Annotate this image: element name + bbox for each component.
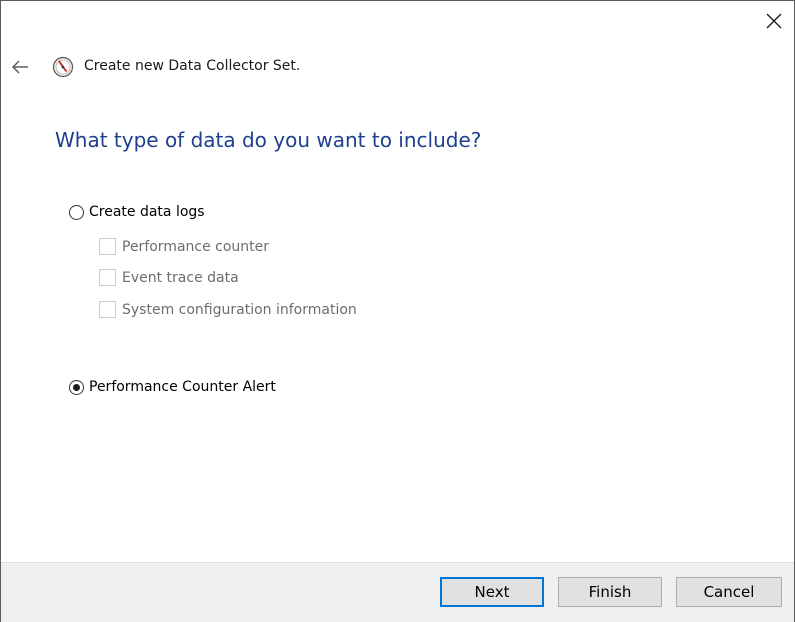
performance-monitor-icon xyxy=(52,56,74,78)
create-data-logs-radio[interactable] xyxy=(69,204,84,220)
back-button[interactable] xyxy=(7,55,33,79)
performance-counter-label: Performance counter xyxy=(122,238,270,255)
system-configuration-label: System configuration information xyxy=(122,301,357,318)
performance-counter-alert-radio[interactable] xyxy=(69,379,84,395)
close-button[interactable] xyxy=(757,7,791,35)
system-configuration-option[interactable]: System configuration information xyxy=(99,301,357,318)
wizard-window: Create new Data Collector Set. What type… xyxy=(0,0,795,622)
event-trace-data-option[interactable]: Event trace data xyxy=(99,269,239,286)
performance-counter-alert-option[interactable]: Performance Counter Alert xyxy=(69,379,276,395)
window-title: Create new Data Collector Set. xyxy=(84,58,301,74)
create-data-logs-label: Create data logs xyxy=(89,204,205,220)
performance-counter-checkbox[interactable] xyxy=(99,238,116,255)
back-arrow-icon xyxy=(12,60,28,74)
next-button[interactable]: Next xyxy=(440,577,544,607)
close-icon xyxy=(766,13,782,29)
performance-counter-option[interactable]: Performance counter xyxy=(99,238,269,255)
event-trace-data-checkbox[interactable] xyxy=(99,269,116,286)
button-bar: Next Finish Cancel xyxy=(1,562,794,622)
event-trace-data-label: Event trace data xyxy=(122,269,239,286)
performance-counter-alert-label: Performance Counter Alert xyxy=(89,379,276,395)
cancel-button[interactable]: Cancel xyxy=(676,577,782,607)
finish-button[interactable]: Finish xyxy=(558,577,662,607)
system-configuration-checkbox[interactable] xyxy=(99,301,116,318)
page-heading: What type of data do you want to include… xyxy=(55,128,482,152)
create-data-logs-option[interactable]: Create data logs xyxy=(69,204,205,220)
